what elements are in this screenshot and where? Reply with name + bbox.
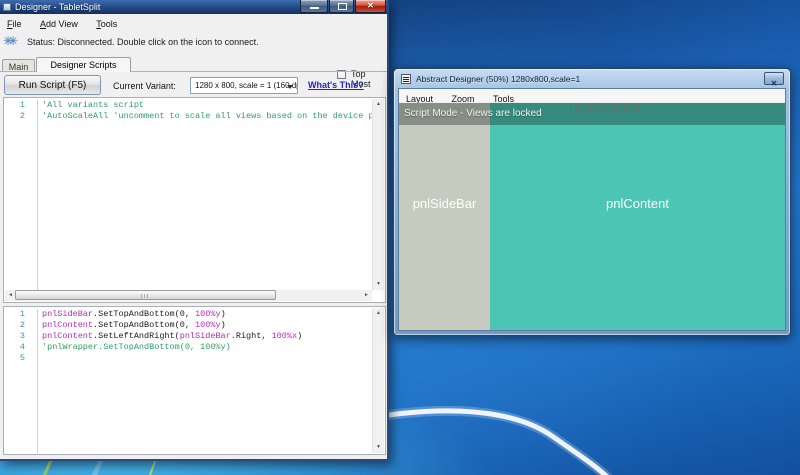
code-text: 'All variants script [32,100,372,111]
line-number: 2 [4,320,32,331]
whats-this-link[interactable]: What's This? [308,80,364,90]
menu-file[interactable]: File [0,17,29,29]
code-text [32,353,372,364]
current-variant-label: Current Variant: [113,81,176,91]
scroll-down-icon[interactable] [373,442,384,453]
code-area[interactable]: 1pnlSideBar.SetTopAndBottom(0, 100%y)2pn… [4,309,372,453]
code-text: pnlContent.SetTopAndBottom(0, 100%y) [32,320,372,331]
line-number: 3 [4,331,32,342]
designer-window: Designer - TabletSplit File Add View Too… [0,0,389,461]
script-editor-variant[interactable]: 1pnlSideBar.SetTopAndBottom(0, 100%y)2pn… [3,306,386,455]
menu-bar: File Add View Tools [0,14,387,29]
panel-label-pnlContent: pnlContent [490,196,785,211]
close-button[interactable] [764,72,784,85]
window-title: Abstract Designer (50%) 1280x800,scale=1 [416,74,580,84]
script-editor-all-variants[interactable]: 1'All variants script2'AutoScaleAll 'unc… [3,97,386,303]
script-mode-banner: Script Mode - Views are locked [399,103,785,125]
line-number: 5 [4,353,32,364]
variant-dropdown[interactable]: 1280 x 800, scale = 1 (160 dpi) [190,77,298,94]
maximize-button[interactable] [329,0,354,13]
vertical-scrollbar[interactable] [372,99,384,290]
app-icon [3,3,11,11]
code-line: 4'pnlWrapper.SetTopAndBottom(0, 100%y) [4,342,372,353]
code-line: 2pnlContent.SetTopAndBottom(0, 100%y) [4,320,372,331]
scrollbar-thumb[interactable] [15,290,276,300]
code-text: pnlContent.SetLeftAndRight(pnlSideBar.Ri… [32,331,372,342]
chevron-down-icon [287,85,293,89]
menu-bar: Layout Zoom Tools [399,89,785,103]
code-text: pnlSideBar.SetTopAndBottom(0, 100%y) [32,309,372,320]
connection-burst-icon[interactable] [3,34,13,48]
code-line: 1'All variants script [4,100,372,111]
design-canvas: pnlSideBar pnlContent pnlWrapper Script … [399,103,785,330]
title-bar[interactable]: Designer - TabletSplit [0,0,387,14]
code-line: 1pnlSideBar.SetTopAndBottom(0, 100%y) [4,309,372,320]
variant-dropdown-value: 1280 x 800, scale = 1 (160 dpi) [195,81,298,90]
vertical-scrollbar[interactable] [372,308,384,453]
horizontal-scrollbar[interactable] [5,290,372,301]
panel-label-pnlSideBar: pnlSideBar [399,196,490,211]
line-number: 4 [4,342,32,353]
menu-add-view[interactable]: Add View [33,17,85,29]
scroll-down-icon[interactable] [373,279,384,290]
scroll-up-icon[interactable] [373,308,384,319]
desktop: Designer - TabletSplit File Add View Too… [0,0,800,475]
line-number: 1 [4,100,32,111]
code-text: 'AutoScaleAll 'uncomment to scale all vi… [32,111,372,122]
code-line: 5 [4,353,372,364]
minimize-button[interactable] [300,0,328,13]
status-row: Status: Disconnected. Double click on th… [0,29,387,56]
line-number: 1 [4,309,32,320]
scroll-up-icon[interactable] [373,99,384,110]
app-icon [401,74,411,84]
run-script-button[interactable]: Run Script (F5) [4,75,101,95]
window-client-area: Layout Zoom Tools pnlSideBar pnlContent … [398,88,786,331]
code-line: 3pnlContent.SetLeftAndRight(pnlSideBar.R… [4,331,372,342]
script-mode-banner-text: Script Mode - Views are locked [404,103,542,125]
panel-pnlSideBar[interactable] [399,103,490,330]
menu-tools[interactable]: Tools [89,17,124,29]
scroll-right-icon[interactable] [361,290,372,301]
wallpaper-streak [148,460,156,475]
tab-designer-scripts[interactable]: Designer Scripts [36,57,131,72]
code-area[interactable]: 1'All variants script2'AutoScaleAll 'unc… [4,100,372,290]
window-title: Designer - TabletSplit [15,2,100,12]
abstract-designer-window: Abstract Designer (50%) 1280x800,scale=1… [393,68,791,336]
line-number: 2 [4,111,32,122]
code-text: 'pnlWrapper.SetTopAndBottom(0, 100%y) [32,342,372,353]
status-text: Status: Disconnected. Double click on th… [27,37,259,47]
close-button[interactable] [355,0,386,13]
code-line: 2'AutoScaleAll 'uncomment to scale all v… [4,111,372,122]
panel-pnlContent[interactable] [490,103,785,330]
